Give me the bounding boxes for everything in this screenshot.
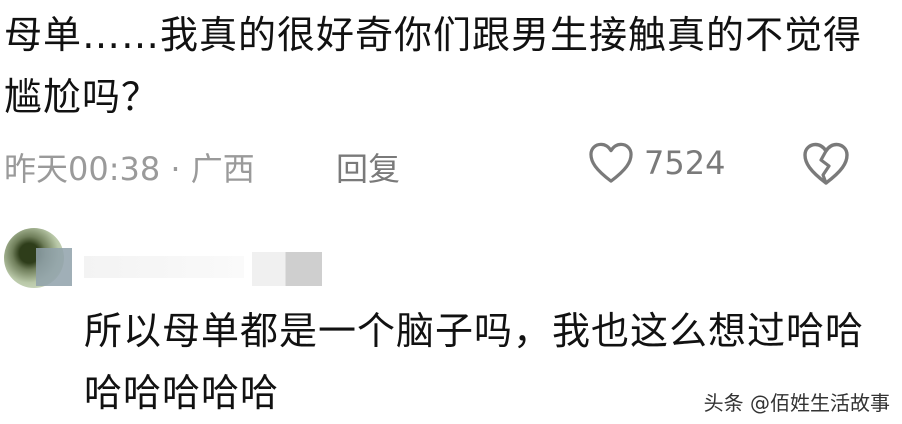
- heart-outline-icon: [589, 142, 633, 183]
- user-badge-redacted: [252, 252, 322, 286]
- reply-button[interactable]: 回复: [336, 144, 400, 190]
- username-redacted: [84, 256, 244, 278]
- like-count: 7524: [644, 144, 726, 182]
- watermark: 头条 @佰姓生活故事: [703, 391, 890, 415]
- comment-text: 母单……我真的很好奇你们跟男生接触真的不觉得尴尬吗？: [4, 13, 863, 119]
- avatar-mosaic: [36, 248, 72, 286]
- comment-meta-row: 昨天00:38 · 广西 回复 7524: [4, 140, 894, 190]
- comment-timestamp-location: 昨天00:38 · 广西: [4, 150, 255, 188]
- broken-heart-icon[interactable]: [802, 142, 850, 186]
